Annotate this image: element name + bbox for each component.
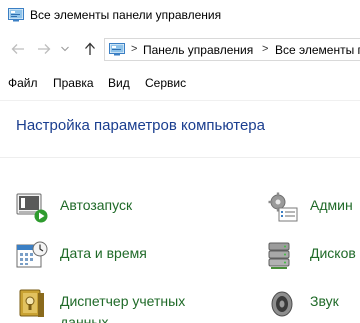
content-pane: Настройка параметров компьютера Автозапу…: [0, 100, 360, 323]
control-panel-window: Все элементы панели управления > Панель …: [0, 0, 360, 323]
menu-edit[interactable]: Правка: [53, 76, 94, 90]
menu-tools[interactable]: Сервис: [145, 76, 186, 90]
item-label: Звук: [310, 293, 339, 309]
item-label: Дата и время: [60, 245, 147, 261]
item-label: Диспетчер учетных данных: [60, 291, 185, 323]
breadcrumb-all-items[interactable]: Все элементы п: [275, 43, 360, 57]
credential-manager-icon: [16, 287, 48, 319]
address-bar[interactable]: > Панель управления > Все элементы п: [104, 38, 360, 61]
arrow-right-icon[interactable]: [36, 41, 52, 57]
control-panel-icon: [8, 8, 24, 22]
sound-icon: [266, 287, 298, 319]
menu-file[interactable]: Файл: [8, 76, 38, 90]
item-sound[interactable]: Звук: [266, 287, 360, 319]
menu-view[interactable]: Вид: [108, 76, 130, 90]
title-bar: Все элементы панели управления: [0, 0, 360, 32]
item-label: Админ: [310, 197, 353, 213]
item-storage-spaces[interactable]: Дисков: [266, 239, 360, 271]
administrative-tools-icon: [266, 191, 298, 223]
control-panel-icon: [109, 43, 125, 56]
breadcrumb-control-panel[interactable]: Панель управления: [143, 43, 253, 57]
item-label-line: Диспетчер учетных: [60, 293, 186, 309]
storage-spaces-icon: [266, 239, 298, 271]
date-time-icon: [16, 239, 48, 271]
window-title: Все элементы панели управления: [30, 8, 222, 22]
arrow-left-icon[interactable]: [10, 41, 26, 57]
item-label: Дисков: [310, 245, 356, 261]
item-label-line: данных: [60, 314, 109, 323]
item-label: Автозапуск: [60, 197, 133, 213]
item-credential-manager[interactable]: Диспетчер учетных данных: [16, 287, 216, 323]
chevron-down-icon[interactable]: [60, 41, 70, 57]
autoplay-icon: [16, 191, 48, 223]
breadcrumb-separator[interactable]: >: [131, 43, 137, 55]
item-administrative-tools[interactable]: Админ: [266, 191, 360, 223]
breadcrumb-separator[interactable]: >: [262, 43, 268, 55]
divider: [0, 157, 360, 158]
item-date-time[interactable]: Дата и время: [16, 239, 216, 271]
page-title: Настройка параметров компьютера: [16, 117, 265, 134]
navigation-bar: > Панель управления > Все элементы п: [0, 32, 360, 66]
item-autoplay[interactable]: Автозапуск: [16, 191, 216, 223]
menu-bar: Файл Правка Вид Сервис: [0, 70, 360, 96]
arrow-up-icon[interactable]: [82, 41, 98, 57]
